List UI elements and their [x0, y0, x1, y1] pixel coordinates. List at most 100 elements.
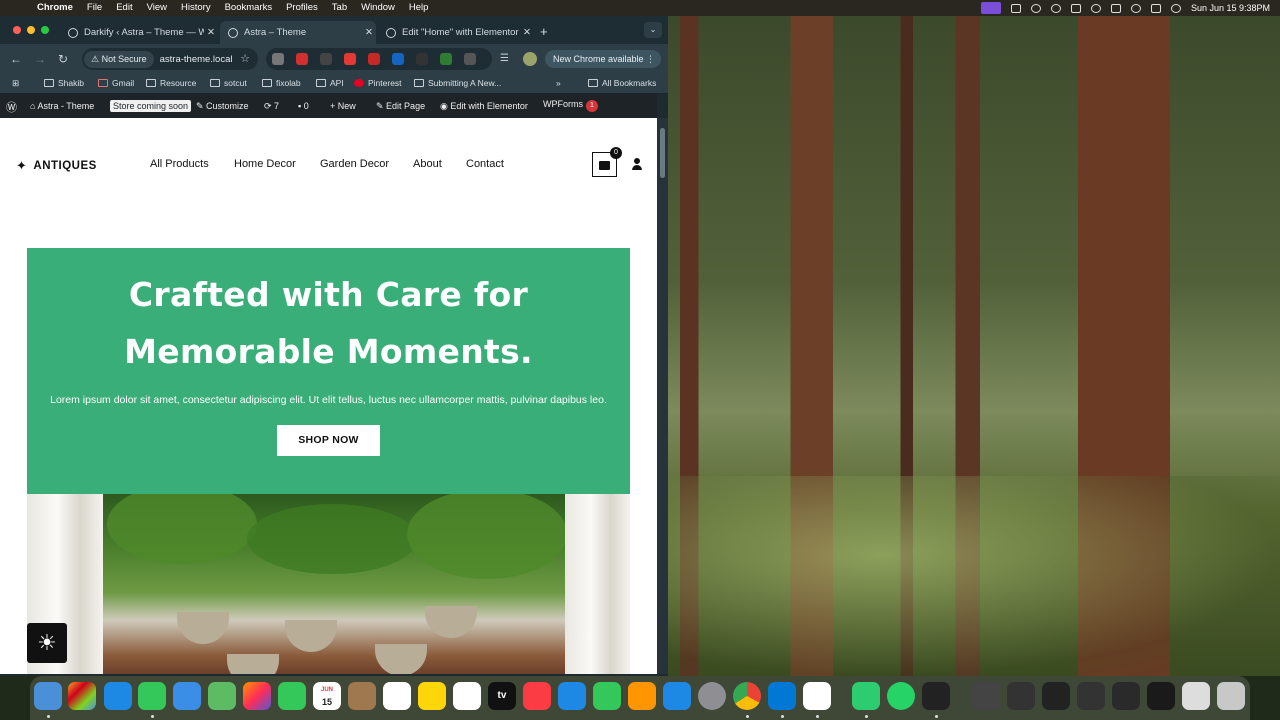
- reload-icon[interactable]: ↻: [58, 51, 68, 67]
- window-thumbnail-icon[interactable]: [1077, 682, 1105, 710]
- comments-link[interactable]: ▪ 0: [298, 101, 309, 111]
- menu-bookmarks[interactable]: Bookmarks: [225, 0, 273, 16]
- screen-recorder-icon[interactable]: [922, 682, 950, 710]
- address-bar[interactable]: ⚠ Not Secure astra-theme.local ☆: [82, 48, 258, 70]
- extension-translate-icon[interactable]: [392, 53, 404, 65]
- updates-link[interactable]: ⟳ 7: [264, 101, 279, 112]
- window-thumbnail-icon[interactable]: [1042, 682, 1070, 710]
- control-center-icon[interactable]: [1150, 3, 1161, 13]
- safari-icon[interactable]: [104, 682, 132, 710]
- chrome-icon[interactable]: [733, 682, 761, 710]
- new-tab-icon[interactable]: +: [540, 24, 548, 39]
- trash-icon[interactable]: [1217, 682, 1245, 710]
- app-store-icon[interactable]: [663, 682, 691, 710]
- wifi-icon[interactable]: [1090, 3, 1101, 13]
- close-tab-icon[interactable]: ✕: [362, 27, 376, 38]
- security-indicator[interactable]: ⚠ Not Secure: [84, 50, 154, 68]
- store-coming-soon-badge[interactable]: Store coming soon: [110, 100, 192, 112]
- close-tab-icon[interactable]: ✕: [204, 27, 218, 38]
- screen-record-icon[interactable]: [1010, 3, 1021, 13]
- apple-tv-icon[interactable]: tv: [488, 682, 516, 710]
- cart-button[interactable]: 0: [592, 147, 622, 177]
- bookmark-shakib[interactable]: Shakib: [44, 78, 84, 88]
- minimize-window-icon[interactable]: [27, 26, 35, 34]
- screen-share-icon[interactable]: [980, 2, 1001, 14]
- menubar-clock[interactable]: Sun Jun 15 9:38PM: [1191, 3, 1270, 13]
- extension-new-icon[interactable]: [368, 53, 380, 65]
- window-thumbnail-icon[interactable]: [972, 682, 1000, 710]
- facetime-icon[interactable]: [278, 682, 306, 710]
- menu-history[interactable]: History: [181, 0, 211, 16]
- bookmark-star-icon[interactable]: ☆: [240, 52, 250, 65]
- window-thumbnail-icon[interactable]: [1112, 682, 1140, 710]
- shop-now-button[interactable]: SHOP NOW: [277, 424, 380, 456]
- menu-file[interactable]: File: [87, 0, 102, 16]
- maps-icon[interactable]: [208, 682, 236, 710]
- messages-icon[interactable]: [138, 682, 166, 710]
- calendar-icon[interactable]: JUN 15: [313, 682, 341, 710]
- page-scrollbar[interactable]: [657, 118, 668, 674]
- extension-adblock-icon[interactable]: [344, 53, 356, 65]
- pages-icon[interactable]: [628, 682, 656, 710]
- siri-icon[interactable]: [1170, 3, 1181, 13]
- close-tab-icon[interactable]: ✕: [520, 27, 534, 38]
- launchpad-icon[interactable]: [68, 682, 96, 710]
- reading-list-icon[interactable]: ☰: [500, 51, 509, 67]
- wpforms-link[interactable]: WPForms 1: [543, 99, 598, 112]
- bookmark-fixolab[interactable]: fixolab: [262, 78, 301, 88]
- nav-contact[interactable]: Contact: [466, 158, 504, 170]
- menu-window[interactable]: Window: [361, 0, 395, 16]
- menu-view[interactable]: View: [147, 0, 167, 16]
- keynote-icon[interactable]: [558, 682, 586, 710]
- tab-darkify[interactable]: Darkify ‹ Astra – Theme — W ✕: [60, 21, 218, 44]
- maximize-window-icon[interactable]: [41, 26, 49, 34]
- site-name-link[interactable]: ⌂ Astra - Theme: [30, 101, 94, 111]
- nav-all-products[interactable]: All Products: [150, 158, 209, 170]
- notes-icon[interactable]: [418, 682, 446, 710]
- search-icon[interactable]: [1130, 3, 1141, 13]
- close-window-icon[interactable]: [13, 26, 21, 34]
- all-bookmarks[interactable]: All Bookmarks: [588, 78, 656, 88]
- slack-icon[interactable]: [803, 682, 831, 710]
- profile-avatar-icon[interactable]: [523, 52, 537, 66]
- menu-edit[interactable]: Edit: [116, 0, 132, 16]
- customize-link[interactable]: ✎ Customize: [196, 101, 249, 112]
- extension-eyedropper-icon[interactable]: [416, 53, 428, 65]
- whatsapp-icon[interactable]: [887, 682, 915, 710]
- nav-home-decor[interactable]: Home Decor: [234, 158, 296, 170]
- apps-grid-icon[interactable]: ⊞: [12, 78, 19, 89]
- window-thumbnail-icon[interactable]: [1147, 682, 1175, 710]
- url-text[interactable]: astra-theme.local: [160, 54, 233, 65]
- tab-elementor[interactable]: Edit "Home" with Elementor ✕: [378, 21, 534, 44]
- account-icon[interactable]: [632, 158, 642, 170]
- extension-font-icon[interactable]: [320, 53, 332, 65]
- photos-icon[interactable]: [243, 682, 271, 710]
- extension-mail-icon[interactable]: [272, 53, 284, 65]
- nav-about[interactable]: About: [413, 158, 442, 170]
- extension-grammarly-icon[interactable]: [440, 53, 452, 65]
- window-thumbnail-icon[interactable]: [1007, 682, 1035, 710]
- finder-icon[interactable]: [34, 682, 62, 710]
- dark-mode-toggle-sun-icon[interactable]: ☀: [27, 623, 67, 663]
- menu-tab[interactable]: Tab: [332, 0, 347, 16]
- contacts-icon[interactable]: [348, 682, 376, 710]
- extensions-puzzle-icon[interactable]: [464, 53, 476, 65]
- edit-with-elementor-link[interactable]: ◉ Edit with Elementor: [440, 101, 528, 112]
- new-content-link[interactable]: + New: [330, 101, 356, 111]
- extension-lastpass-icon[interactable]: [296, 53, 308, 65]
- numbers-icon[interactable]: [593, 682, 621, 710]
- wordpress-logo-icon[interactable]: Ⓦ: [6, 99, 17, 115]
- mail-icon[interactable]: [173, 682, 201, 710]
- back-icon[interactable]: ←: [10, 51, 22, 67]
- system-settings-icon[interactable]: [698, 682, 726, 710]
- input-source-icon[interactable]: [1110, 3, 1121, 13]
- menu-app-name[interactable]: Chrome: [37, 0, 73, 16]
- tab-astra-theme[interactable]: Astra – Theme ✕: [220, 21, 376, 44]
- window-thumbnail-icon[interactable]: [1182, 682, 1210, 710]
- tab-search-chevron-icon[interactable]: ⌄: [644, 22, 662, 38]
- record-icon[interactable]: [1030, 3, 1041, 13]
- bookmark-sotcut[interactable]: sotcut: [210, 78, 247, 88]
- bookmark-pinterest[interactable]: Pinterest: [354, 78, 402, 88]
- bookmarks-overflow-icon[interactable]: »: [556, 78, 561, 88]
- bookmark-api[interactable]: API: [316, 78, 344, 88]
